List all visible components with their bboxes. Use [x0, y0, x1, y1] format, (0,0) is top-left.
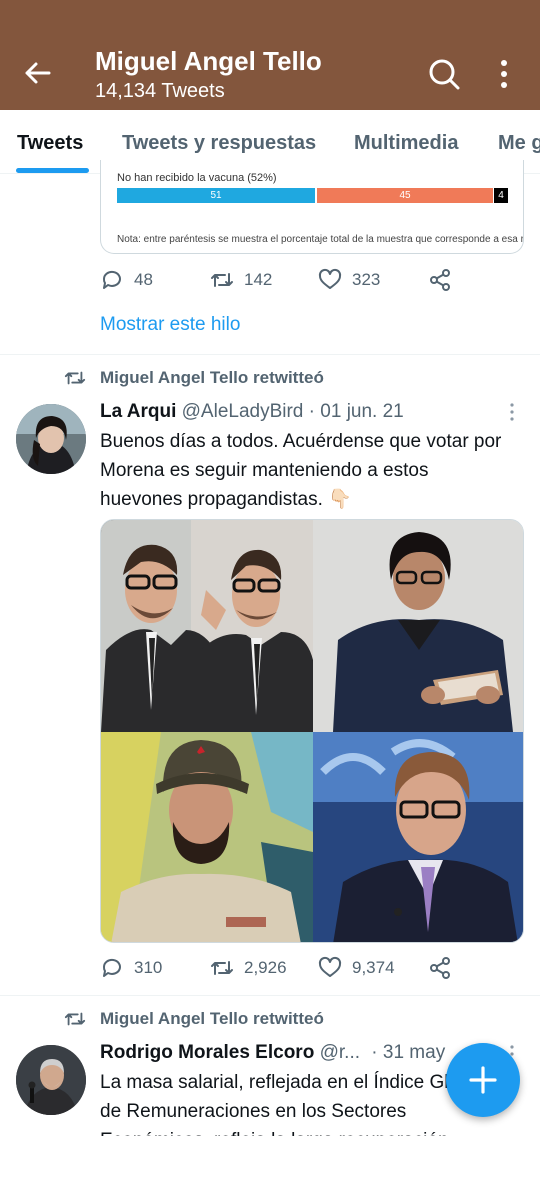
retweet-count: 142 [244, 270, 273, 289]
retweet-by-label: Miguel Angel Tello retwitteó [100, 368, 324, 387]
tweet-actions: 48 142 323 [100, 268, 520, 298]
media-image-1[interactable] [101, 520, 313, 732]
active-tab-indicator [16, 168, 89, 173]
tweet-media-grid[interactable] [100, 519, 524, 943]
tweet-text: Buenos días a todos. Acuérdense que vota… [100, 431, 502, 510]
profile-name-title: Miguel Angel Tello [95, 46, 322, 76]
tab-tweets[interactable]: Tweets [17, 132, 83, 155]
tab-tweets-replies[interactable]: Tweets y respuestas [122, 132, 316, 155]
tweet-count: 14,134 Tweets [95, 80, 225, 102]
poll-bar-other: 4 [494, 188, 508, 203]
heart-icon [318, 956, 342, 977]
more-vertical-icon [501, 60, 507, 88]
reply-icon [102, 958, 121, 977]
retweet-button[interactable]: 2,926 [210, 956, 287, 980]
show-thread-link[interactable]: Mostrar este hilo [100, 314, 240, 336]
arrow-left-icon [25, 62, 51, 84]
compose-tweet-button[interactable] [446, 1043, 520, 1117]
tweet-actions: 310 2,926 9,374 [100, 956, 520, 986]
retweet-indicator[interactable]: Miguel Angel Tello retwitteó [64, 1008, 324, 1030]
share-icon [430, 269, 450, 291]
like-button[interactable]: 9,374 [318, 956, 395, 980]
media-image-2[interactable] [313, 520, 523, 732]
more-options-button[interactable] [494, 58, 514, 90]
like-button[interactable]: 323 [318, 268, 380, 292]
retweet-by-label: Miguel Angel Tello retwitteó [100, 1009, 324, 1028]
tweet-divider [0, 354, 540, 355]
author-handle[interactable]: @r... [320, 1042, 360, 1063]
retweet-icon [211, 273, 233, 287]
reply-count: 48 [134, 270, 153, 289]
tab-media[interactable]: Multimedia [354, 132, 458, 155]
more-vertical-icon [510, 403, 514, 421]
heart-icon [318, 268, 342, 289]
back-button[interactable] [22, 58, 52, 88]
search-button[interactable] [428, 58, 460, 90]
compose-plus-icon [469, 1066, 497, 1094]
retweet-icon [64, 1012, 86, 1026]
tab-likes[interactable]: Me g [498, 132, 540, 155]
poll-label: No han recibido la vacuna (52%) [117, 172, 277, 184]
tweet-author-line: Rodrigo Morales Elcoro @r... · 31 may [100, 1042, 445, 1064]
reply-button[interactable]: 48 [100, 268, 153, 292]
reply-button[interactable]: 310 [100, 956, 162, 980]
media-image-4[interactable] [313, 732, 523, 942]
reply-count: 310 [134, 958, 163, 977]
reply-icon [102, 270, 121, 289]
share-button[interactable] [428, 268, 452, 292]
author-name[interactable]: Rodrigo Morales Elcoro [100, 1042, 314, 1063]
avatar[interactable] [16, 404, 86, 474]
tweet-author-line: La Arqui @AleLadyBird · 01 jun. 21 [100, 401, 404, 423]
profile-header: Miguel Angel Tello 14,134 Tweets [0, 0, 540, 110]
tweet-date[interactable]: · 31 may [371, 1042, 445, 1063]
media-image-3[interactable] [101, 732, 313, 942]
search-icon [429, 59, 460, 90]
like-count: 9,374 [352, 958, 395, 977]
like-count: 323 [352, 270, 381, 289]
poll-bar-vaccinated: 51 [117, 188, 315, 203]
avatar-image [16, 404, 86, 474]
poll-note: Nota: entre paréntesis se muestra el por… [117, 234, 524, 245]
share-button[interactable] [428, 956, 452, 980]
poll-image-card[interactable]: No han recibido la vacuna (52%) 51 45 4 … [100, 160, 524, 254]
tweet-menu-button[interactable] [508, 402, 516, 422]
tweet-divider [0, 995, 540, 996]
retweet-count: 2,926 [244, 958, 287, 977]
retweet-button[interactable]: 142 [210, 268, 272, 292]
tweet-date[interactable]: · 01 jun. 21 [309, 401, 404, 422]
retweet-indicator[interactable]: Miguel Angel Tello retwitteó [64, 367, 324, 389]
retweet-icon [211, 961, 233, 975]
share-icon [430, 957, 450, 979]
poll-bar-unvaccinated: 45 [317, 188, 493, 203]
retweet-icon [64, 371, 86, 385]
author-name[interactable]: La Arqui [100, 401, 176, 422]
author-handle[interactable]: @AleLadyBird [182, 401, 304, 422]
